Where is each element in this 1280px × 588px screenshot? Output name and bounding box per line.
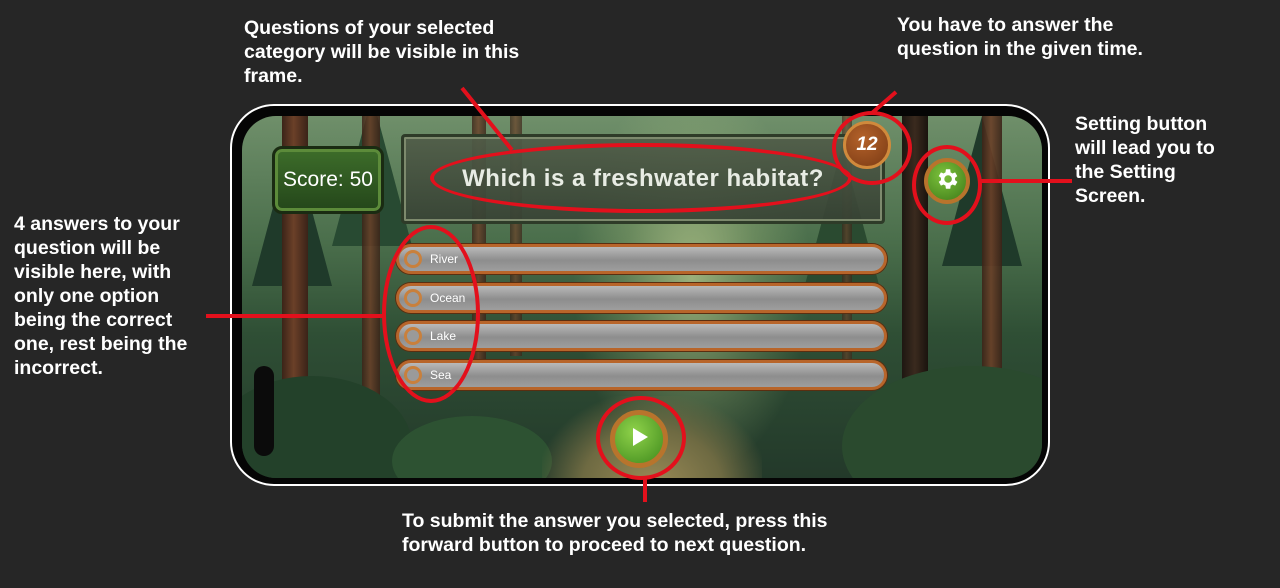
annotation-connectors xyxy=(206,86,1072,502)
